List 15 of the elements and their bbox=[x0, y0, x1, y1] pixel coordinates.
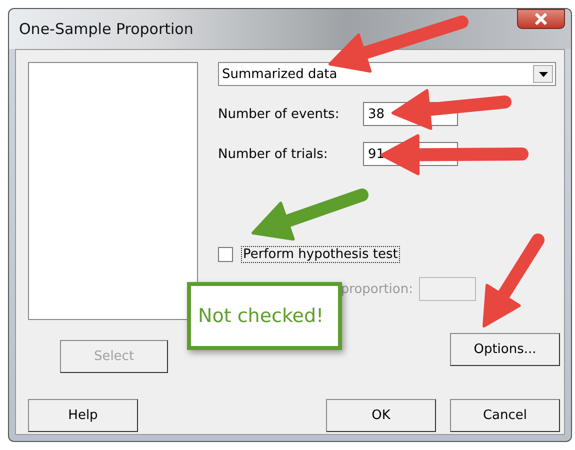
field-label: Number of trials: bbox=[218, 146, 329, 162]
checkbox-label[interactable]: Perform hypothesis test bbox=[241, 246, 400, 263]
data-source-dropdown[interactable]: Summarized data bbox=[218, 62, 556, 86]
close-icon bbox=[534, 13, 548, 25]
callout-text: Not checked! bbox=[198, 305, 324, 327]
options-button[interactable]: Options... bbox=[450, 333, 560, 366]
field-label: Number of events: bbox=[218, 106, 340, 122]
variable-list[interactable] bbox=[28, 62, 198, 320]
checkbox[interactable] bbox=[218, 247, 233, 262]
window-title: One-Sample Proportion bbox=[19, 20, 194, 38]
cancel-button[interactable]: Cancel bbox=[450, 399, 560, 432]
ok-button[interactable]: OK bbox=[326, 399, 436, 432]
help-button[interactable]: Help bbox=[28, 399, 138, 432]
close-button[interactable] bbox=[517, 9, 565, 29]
field-label: proportion: bbox=[340, 282, 413, 296]
